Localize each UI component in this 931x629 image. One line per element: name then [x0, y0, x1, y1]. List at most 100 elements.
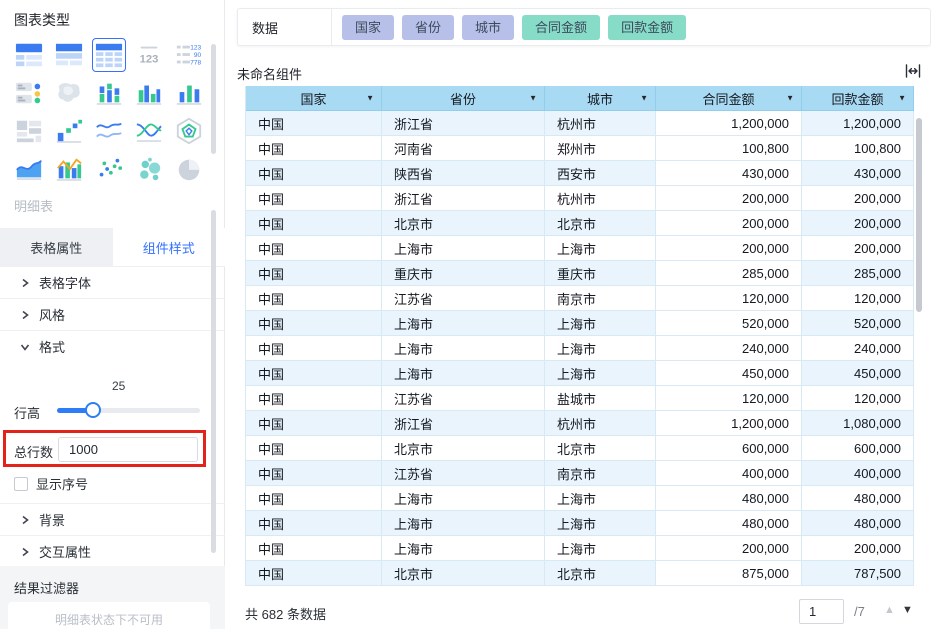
- page-number-input[interactable]: [799, 599, 844, 624]
- svg-text:778: 778: [190, 59, 201, 66]
- chart-type-bar-icon[interactable]: [169, 74, 209, 112]
- table-cell: 200,000: [656, 186, 802, 211]
- table-cell: 200,000: [802, 236, 914, 261]
- table-cell: 中国: [246, 261, 382, 286]
- table-row: 中国 上海市 上海市 520,000 520,000: [246, 311, 914, 336]
- column-header[interactable]: 回款金额 ▼: [802, 86, 914, 111]
- chevron-right-icon: [20, 547, 30, 557]
- measure-chip[interactable]: 合同金额: [522, 14, 601, 40]
- table-cell: 240,000: [802, 336, 914, 361]
- table-cell: 重庆市: [382, 261, 545, 286]
- chart-type-table-header-rows-icon[interactable]: [49, 36, 89, 74]
- dimension-chip[interactable]: 省份: [402, 14, 455, 40]
- svg-text:123: 123: [140, 53, 159, 65]
- column-dropdown-icon[interactable]: ▼: [529, 94, 537, 103]
- section-style[interactable]: 风格: [0, 298, 225, 330]
- chart-type-radar-icon[interactable]: [169, 112, 209, 150]
- dimension-chip[interactable]: 国家: [342, 14, 395, 40]
- table-cell: 中国: [246, 386, 382, 411]
- sidebar-scrollbar-bottom[interactable]: [211, 210, 216, 553]
- table-row: 中国 江苏省 南京市 400,000 400,000: [246, 461, 914, 486]
- table-cell: 北京市: [545, 211, 656, 236]
- column-header[interactable]: 国家 ▼: [246, 86, 382, 111]
- chart-type-bubble-icon[interactable]: [129, 150, 169, 188]
- table-cell: 上海市: [545, 236, 656, 261]
- table-cell: 480,000: [802, 511, 914, 536]
- chart-type-table-grid-icon[interactable]: [89, 36, 129, 74]
- chart-type-kpi-list-icon[interactable]: 123 90 778: [169, 36, 209, 74]
- section-background[interactable]: 背景: [0, 503, 225, 535]
- show-index-checkbox[interactable]: [14, 476, 28, 491]
- table-cell: 520,000: [802, 311, 914, 336]
- chart-type-indicator-dots-icon[interactable]: [9, 74, 49, 112]
- table-cell: 重庆市: [545, 261, 656, 286]
- column-dropdown-icon[interactable]: ▼: [640, 94, 648, 103]
- section-interaction[interactable]: 交互属性: [0, 535, 225, 567]
- table-cell: 盐城市: [545, 386, 656, 411]
- table-cell: 120,000: [656, 386, 802, 411]
- column-header[interactable]: 城市 ▼: [545, 86, 656, 111]
- chart-type-grouped-bar-icon[interactable]: [129, 74, 169, 112]
- chart-type-scatter-icon[interactable]: [89, 150, 129, 188]
- chart-type-stacked-bar-icon[interactable]: [89, 74, 129, 112]
- total-rows-input[interactable]: [58, 437, 198, 462]
- page-down-icon[interactable]: ▼: [902, 604, 913, 616]
- table-cell: 中国: [246, 161, 382, 186]
- row-height-slider[interactable]: [57, 402, 200, 418]
- table-row: 中国 重庆市 重庆市 285,000 285,000: [246, 261, 914, 286]
- table-cell: 中国: [246, 311, 382, 336]
- result-filter-hint: 明细表状态下不可用: [54, 613, 163, 627]
- chart-type-step-scatter-icon[interactable]: [49, 112, 89, 150]
- table-cell: 中国: [246, 561, 382, 586]
- table-cell: 1,200,000: [656, 411, 802, 436]
- column-header-label: 省份: [449, 91, 476, 107]
- tab-component-style[interactable]: 组件样式: [112, 228, 225, 266]
- table-cell: 北京市: [545, 561, 656, 586]
- section-format[interactable]: 格式: [0, 330, 225, 362]
- column-header[interactable]: 合同金额 ▼: [656, 86, 802, 111]
- table-cell: 480,000: [656, 486, 802, 511]
- table-cell: 中国: [246, 236, 382, 261]
- table-cell: 中国: [246, 536, 382, 561]
- table-cell: 陕西省: [382, 161, 545, 186]
- table-cell: 1,200,000: [656, 111, 802, 136]
- chart-type-area-icon[interactable]: [9, 150, 49, 188]
- table-cell: 400,000: [656, 461, 802, 486]
- column-header[interactable]: 省份 ▼: [382, 86, 545, 111]
- table-cell: 600,000: [656, 436, 802, 461]
- column-header-label: 国家: [300, 91, 327, 107]
- page-up-icon[interactable]: ▲: [884, 604, 895, 616]
- table-cell: 875,000: [656, 561, 802, 586]
- sidebar-scrollbar-top[interactable]: [211, 44, 216, 154]
- chart-type-area-cross-icon[interactable]: [129, 112, 169, 150]
- measure-chip[interactable]: 回款金额: [608, 14, 687, 40]
- table-cell: 江苏省: [382, 286, 545, 311]
- column-dropdown-icon[interactable]: ▼: [786, 94, 794, 103]
- table-cell: 120,000: [656, 286, 802, 311]
- chart-type-line-multi-icon[interactable]: [89, 112, 129, 150]
- table-cell: 南京市: [545, 461, 656, 486]
- column-dropdown-icon[interactable]: ▼: [366, 94, 374, 103]
- table-cell: 北京市: [382, 561, 545, 586]
- table-cell: 中国: [246, 511, 382, 536]
- section-table-font[interactable]: 表格字体: [0, 266, 225, 298]
- chart-type-table-header-left-icon[interactable]: [9, 36, 49, 74]
- expand-width-icon[interactable]: [903, 62, 923, 80]
- chart-type-number-card-icon[interactable]: 123: [129, 36, 169, 74]
- table-cell: 南京市: [545, 286, 656, 311]
- chart-type-combo-icon[interactable]: [49, 150, 89, 188]
- slider-knob[interactable]: [85, 402, 101, 418]
- chart-type-map-icon[interactable]: [49, 74, 89, 112]
- total-rows-label: 总行数: [14, 445, 54, 460]
- table-cell: 江苏省: [382, 386, 545, 411]
- column-dropdown-icon[interactable]: ▼: [898, 94, 906, 103]
- result-filter-label: 结果过滤器: [14, 581, 80, 596]
- chart-type-pie-icon[interactable]: [169, 150, 209, 188]
- table-row: 中国 上海市 上海市 480,000 480,000: [246, 486, 914, 511]
- table-scrollbar[interactable]: [916, 118, 922, 312]
- table-cell: 120,000: [802, 386, 914, 411]
- chart-type-treemap-icon[interactable]: [9, 112, 49, 150]
- tab-table-properties[interactable]: 表格属性: [0, 228, 113, 266]
- bi-editor-window: 图表类型 123 123 90 778 明细表 表格属性 组件样式 表格字体 风格 格…: [0, 0, 931, 629]
- dimension-chip[interactable]: 城市: [462, 14, 515, 40]
